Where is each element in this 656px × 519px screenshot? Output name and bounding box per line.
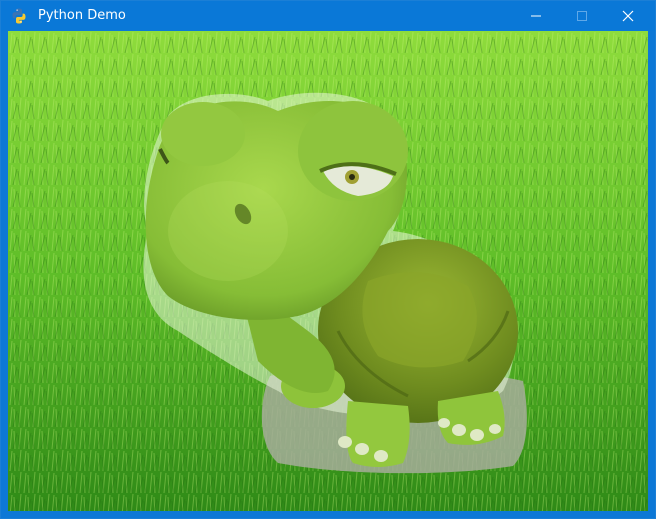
python-icon [12,8,26,24]
app-window: Python Demo [0,0,656,519]
title-bar[interactable]: Python Demo [1,1,655,31]
game-canvas[interactable] [8,31,648,511]
window-title: Python Demo [38,8,126,23]
close-icon [622,10,634,22]
shell-plate [362,272,477,368]
minimize-icon [531,15,541,17]
turtle-eye-bump-left [161,102,245,166]
maximize-icon [577,11,587,21]
maximize-button[interactable] [559,1,605,31]
game-scene [8,31,648,511]
close-button[interactable] [605,1,651,31]
minimize-button[interactable] [513,1,559,31]
